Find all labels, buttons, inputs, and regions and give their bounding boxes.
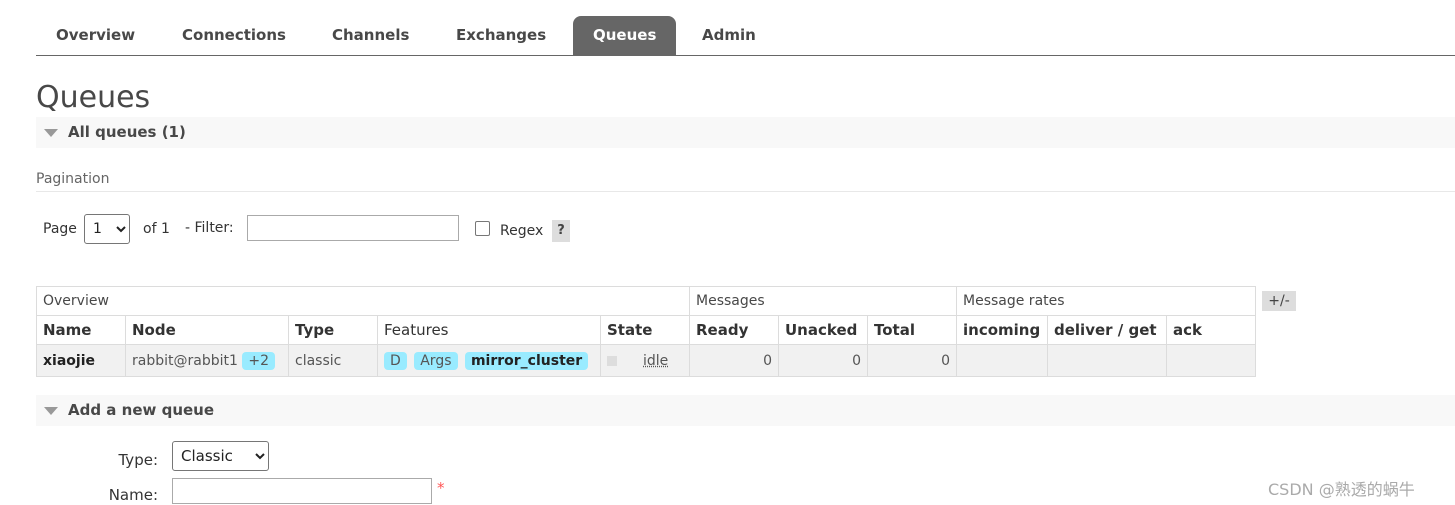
queue-node: rabbit@rabbit1 bbox=[132, 352, 238, 369]
queue-state: idle bbox=[643, 352, 669, 369]
col-total[interactable]: Total bbox=[867, 315, 957, 345]
table-row[interactable]: xiaojie rabbit@rabbit1 +2 classic D Args… bbox=[36, 344, 1256, 377]
state-indicator-icon bbox=[607, 355, 617, 366]
queue-node-cell: rabbit@rabbit1 +2 bbox=[125, 344, 289, 377]
col-ready[interactable]: Ready bbox=[689, 315, 779, 345]
col-incoming[interactable]: incoming bbox=[956, 315, 1048, 345]
regex-checkbox[interactable] bbox=[475, 221, 490, 236]
columns-toggle-button[interactable]: +/- bbox=[1262, 291, 1296, 311]
feature-durable-badge: D bbox=[384, 351, 407, 370]
regex-help-button[interactable]: ? bbox=[552, 220, 570, 242]
group-overview: Overview bbox=[36, 286, 690, 316]
tab-exchanges[interactable]: Exchanges bbox=[436, 16, 566, 55]
queues-table: Overview Messages Message rates Name Nod… bbox=[36, 286, 1256, 377]
queue-ready: 0 bbox=[689, 344, 779, 377]
regex-label: Regex bbox=[500, 223, 544, 239]
type-label: Type: bbox=[118, 451, 158, 469]
main-nav: Overview Connections Channels Exchanges … bbox=[36, 16, 1455, 56]
group-messages: Messages bbox=[689, 286, 957, 316]
add-queue-section-toggle[interactable]: Add a new queue bbox=[36, 395, 1455, 426]
col-features[interactable]: Features bbox=[377, 315, 601, 345]
watermark: CSDN @熟透的蜗牛 bbox=[1268, 480, 1415, 499]
filter-input[interactable] bbox=[247, 215, 459, 241]
queue-type: classic bbox=[288, 344, 378, 377]
queue-name-input[interactable] bbox=[172, 478, 432, 504]
col-type[interactable]: Type bbox=[288, 315, 378, 345]
page-label: Page bbox=[43, 221, 77, 237]
page-select[interactable]: 1 bbox=[84, 214, 130, 244]
tab-overview[interactable]: Overview bbox=[36, 16, 155, 55]
group-message-rates: Message rates bbox=[956, 286, 1256, 316]
queue-state-cell: idle bbox=[600, 344, 690, 377]
col-state[interactable]: State bbox=[600, 315, 690, 345]
collapse-triangle-icon bbox=[44, 129, 58, 137]
tab-queues[interactable]: Queues bbox=[573, 16, 677, 55]
add-queue-label: Add a new queue bbox=[68, 401, 215, 419]
all-queues-label: All queues (1) bbox=[68, 123, 186, 141]
tab-channels[interactable]: Channels bbox=[312, 16, 429, 55]
queue-ack bbox=[1166, 344, 1256, 377]
queue-type-select[interactable]: Classic bbox=[172, 441, 269, 471]
queue-name-link[interactable]: xiaojie bbox=[36, 344, 126, 377]
col-name[interactable]: Name bbox=[36, 315, 126, 345]
pagination-header: Pagination bbox=[36, 171, 1455, 192]
filter-label: - Filter: bbox=[185, 220, 234, 236]
tab-connections[interactable]: Connections bbox=[162, 16, 306, 55]
queue-features-cell: D Args mirror_cluster bbox=[377, 344, 601, 377]
of-pages-label: of 1 bbox=[143, 221, 170, 237]
name-label: Name: bbox=[108, 486, 158, 504]
page-title: Queues bbox=[36, 80, 151, 115]
col-deliver-get[interactable]: deliver / get bbox=[1047, 315, 1167, 345]
tab-admin[interactable]: Admin bbox=[682, 16, 776, 55]
node-mirrors-badge: +2 bbox=[242, 351, 275, 370]
feature-policy-badge[interactable]: mirror_cluster bbox=[464, 351, 589, 370]
all-queues-section-toggle[interactable]: All queues (1) bbox=[36, 117, 1455, 148]
required-marker: * bbox=[437, 479, 445, 497]
col-unacked[interactable]: Unacked bbox=[778, 315, 868, 345]
queue-unacked: 0 bbox=[778, 344, 868, 377]
queue-incoming bbox=[956, 344, 1048, 377]
collapse-triangle-icon bbox=[44, 407, 58, 415]
queue-deliver-get bbox=[1047, 344, 1167, 377]
col-ack[interactable]: ack bbox=[1166, 315, 1256, 345]
queue-total: 0 bbox=[867, 344, 957, 377]
col-node[interactable]: Node bbox=[125, 315, 289, 345]
feature-args-badge: Args bbox=[414, 351, 458, 370]
